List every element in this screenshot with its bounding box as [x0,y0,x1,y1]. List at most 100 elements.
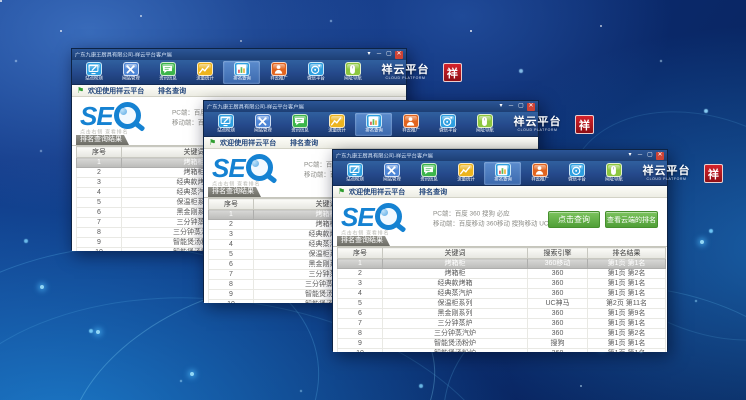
table-row[interactable]: 1烤箱柜360移动第1页 第1名 [338,259,666,269]
toolbar-item-site-check[interactable]: 站点检测 [75,61,112,84]
table-row[interactable]: 8三分钟蒸汽炉360第1页 第2名 [338,329,666,339]
toolbar-item-chat-bubble[interactable]: 资讯信息 [149,61,186,84]
mouse-icon [345,62,361,76]
toolbar-item-traffic-chart[interactable]: 流量统计 [447,162,484,185]
column-header[interactable]: 排名结果 [588,248,666,259]
traffic-chart-icon [458,163,474,177]
toolbar-item-rank-query[interactable]: 排名查询 [355,113,392,136]
cell-no: 1 [338,259,383,269]
table-row[interactable]: 4经典蒸汽炉360第1页 第1名 [338,289,666,299]
toolbar-item-label: 资讯信息 [420,177,438,181]
table-row[interactable]: 3经典款烤箱360第1页 第1名 [338,279,666,289]
brand-name: 祥云平台 [642,166,690,177]
toolbar-item-label: 流量统计 [457,177,475,181]
query-button[interactable]: 点击查询 [548,211,600,228]
toolbar-item-mouse[interactable]: 网址导航 [466,113,503,136]
platform-compass-icon [308,62,324,76]
cell-no: 7 [209,270,254,280]
minimize-button[interactable]: ─ [375,51,383,59]
main-toolbar: 站点检测网站管理资讯信息流量统计排名查询祥云推广微信平台网址导航 祥云平台 CL… [333,161,667,186]
view-cloud-rank-button[interactable]: 查看云端的排名 [605,211,658,228]
table-row[interactable]: 2烤箱柜360第1页 第2名 [338,269,666,279]
cell-no: 1 [77,158,122,168]
cell-no: 9 [209,290,254,300]
toolbar-item-promotion-person[interactable]: 祥云推广 [260,61,297,84]
toolbar-item-promotion-person[interactable]: 祥云推广 [521,162,558,185]
cell-rank: 第1页 第1名 [588,259,666,269]
toolbar-item-traffic-chart[interactable]: 流量统计 [318,113,355,136]
table-row[interactable]: 7三分钟蒸炉360第1页 第1名 [338,319,666,329]
toolbar-item-rank-query[interactable]: 排名查询 [223,61,260,84]
toolbar-item-promotion-person[interactable]: 祥云推广 [392,113,429,136]
close-button[interactable]: ✕ [527,103,535,111]
magnifier-icon [375,203,402,230]
title-bar[interactable]: 广东九康王厨具有限公司-祥云平台客户端 ▾ ─ ▢ ✕ [204,101,538,112]
skin-icon[interactable]: ▾ [497,103,505,111]
cell-rank: 第1页 第2名 [588,269,666,279]
engine-support-info: PC端：百度 360 搜狗 必应 移动端：百度移动 360移动 搜狗移动 UC神… [433,209,561,229]
toolbar-item-site-check[interactable]: 站点检测 [336,162,373,185]
column-header[interactable]: 关键词 [383,248,528,259]
cell-keyword: 烤箱柜 [383,259,528,269]
toolbar-item-chat-bubble[interactable]: 资讯信息 [410,162,447,185]
app-window[interactable]: 广东九康王厨具有限公司-祥云平台客户端 ▾ ─ ▢ ✕ 站点检测网站管理资讯信息… [332,149,668,351]
close-button[interactable]: ✕ [395,51,403,59]
toolbar-item-mouse[interactable]: 网址导航 [595,162,632,185]
title-bar[interactable]: 广东九康王厨具有限公司-祥云平台客户端 ▾ ─ ▢ ✕ [333,150,667,161]
toolbar-item-platform-compass[interactable]: 微信平台 [429,113,466,136]
minimize-button[interactable]: ─ [636,152,644,160]
cell-keyword: 经典蒸汽炉 [383,289,528,299]
maximize-button[interactable]: ▢ [517,103,525,111]
minimize-button[interactable]: ─ [507,103,515,111]
tab-rank-results[interactable]: 排名查询结果 [337,236,390,246]
column-header[interactable]: 搜索引擎 [528,248,588,259]
flag-icon: ⚑ [338,188,345,196]
toolbar-item-rank-query[interactable]: 排名查询 [484,162,521,185]
column-header[interactable]: 序号 [338,248,383,259]
toolbar-item-platform-compass[interactable]: 微信平台 [297,61,334,84]
brand-logo: 祥云平台 CLOUD PLATFORM 祥 [632,162,723,183]
brand-badge-icon: 祥 [443,63,462,82]
cell-engine: 360 [528,289,588,299]
table-row[interactable]: 6黑金刚系列360第1页 第9名 [338,309,666,319]
toolbar-item-label: 祥云推广 [270,76,288,80]
table-row[interactable]: 5保温柜系列UC神马第2页 第11名 [338,299,666,309]
skin-icon[interactable]: ▾ [365,51,373,59]
table-row[interactable]: 10智能煲汤粉炉360第1页 第1名 [338,349,666,353]
welcome-bar: ⚑ 欢迎使用祥云平台 排名查询 [204,137,538,149]
toolbar-item-label: 站点检测 [85,76,103,80]
toolbar-item-chat-bubble[interactable]: 资讯信息 [281,113,318,136]
brand-text: 祥云平台 CLOUD PLATFORM [503,117,572,133]
toolbar-item-site-manage[interactable]: 网站管理 [244,113,281,136]
maximize-button[interactable]: ▢ [385,51,393,59]
table-row[interactable]: 9智能煲汤粉炉搜狗第1页 第1名 [338,339,666,349]
skin-icon[interactable]: ▾ [626,152,634,160]
toolbar-item-traffic-chart[interactable]: 流量统计 [186,61,223,84]
cell-rank: 第1页 第2名 [588,329,666,339]
toolbar-item-site-manage[interactable]: 网站管理 [112,61,149,84]
toolbar-item-label: 网站管理 [254,128,272,132]
seo-logo: SE 点击右侧 查看排名 [80,102,147,137]
toolbar-item-platform-compass[interactable]: 微信平台 [558,162,595,185]
network-node [96,330,100,334]
maximize-button[interactable]: ▢ [646,152,654,160]
toolbar-item-label: 排名查询 [365,128,383,132]
column-header[interactable]: 序号 [77,147,122,158]
cell-keyword: 经典款烤箱 [383,279,528,289]
toolbar-item-site-check[interactable]: 站点检测 [207,113,244,136]
mobile-engines-line: 移动端：百度移动 360移动 搜狗移动 UC神马 [433,219,561,229]
tab-rank-results[interactable]: 排名查询结果 [208,187,261,197]
cell-no: 6 [209,260,254,270]
close-button[interactable]: ✕ [656,152,664,160]
toolbar-item-site-manage[interactable]: 网站管理 [373,162,410,185]
result-tab-row: 排名查询结果 [333,236,667,247]
title-bar[interactable]: 广东九康王厨具有限公司-祥云平台客户端 ▾ ─ ▢ ✕ [72,49,406,60]
toolbar-item-mouse[interactable]: 网址导航 [334,61,371,84]
platform-compass-icon [440,114,456,128]
cell-no: 6 [77,208,122,218]
traffic-chart-icon [329,114,345,128]
welcome-text: 欢迎使用祥云平台 [349,188,405,195]
tab-rank-results[interactable]: 排名查询结果 [76,135,129,145]
column-header[interactable]: 序号 [209,199,254,210]
section-title: 排名查询 [158,87,186,94]
